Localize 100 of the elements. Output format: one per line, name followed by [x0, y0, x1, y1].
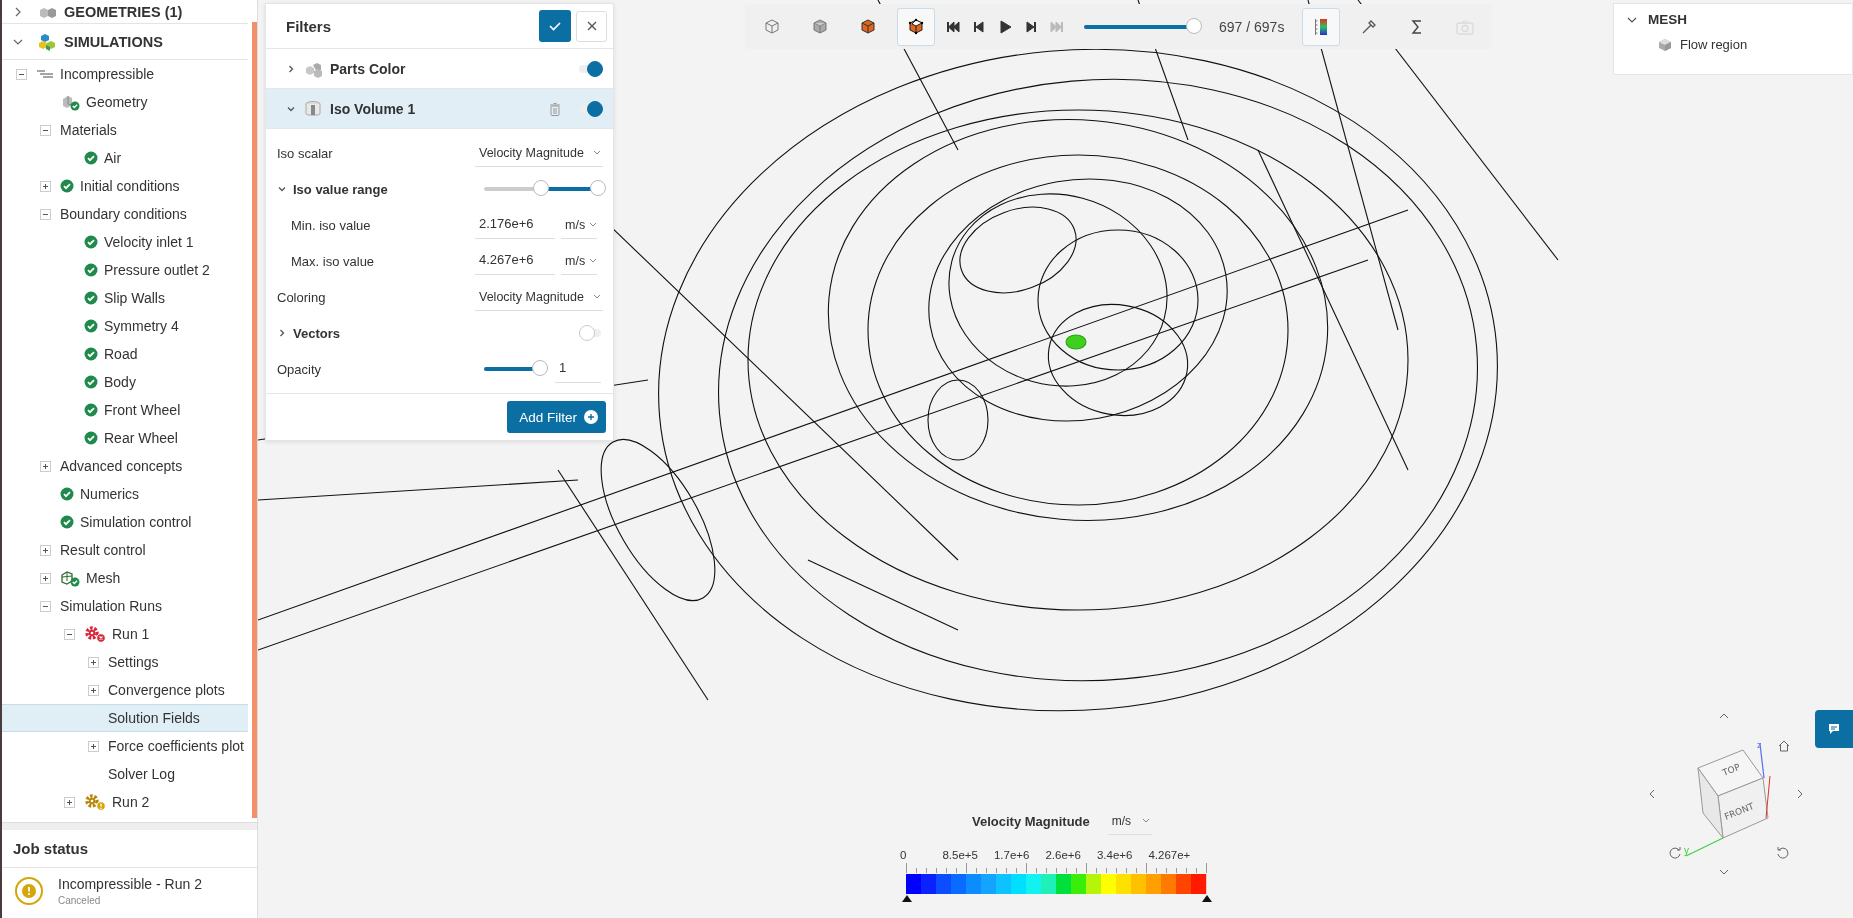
- tree-item[interactable]: Force coefficients plot: [2, 732, 248, 760]
- tree-item[interactable]: Solver Log: [2, 760, 248, 788]
- tree-item[interactable]: Initial conditions: [2, 172, 248, 200]
- unit-dropdown[interactable]: m/s: [561, 211, 597, 239]
- tree-item[interactable]: Rear Wheel: [2, 424, 248, 452]
- expand-toggle-icon[interactable]: [40, 544, 51, 556]
- tree-item[interactable]: Pressure outlet 2: [2, 256, 248, 284]
- tree-item[interactable]: Air: [2, 144, 248, 172]
- color-legend-icon: [1315, 18, 1328, 35]
- tree-item[interactable]: Convergence plots: [2, 676, 248, 704]
- scrollbar-thumb[interactable]: [252, 22, 257, 818]
- chevron-down-icon: [589, 257, 598, 264]
- value-field[interactable]: 1: [555, 355, 601, 383]
- max-handle-icon[interactable]: [1202, 895, 1212, 902]
- job-state-text: Canceled: [58, 895, 102, 906]
- toolbar-button[interactable]: [1302, 7, 1341, 46]
- toggle-switch[interactable]: [579, 60, 603, 77]
- tree-item[interactable]: Geometry: [2, 88, 248, 116]
- dropdown[interactable]: Velocity Magnitude: [475, 283, 603, 311]
- tick-label: 1.7e+6: [993, 849, 1030, 861]
- check-circle-icon: [60, 487, 74, 501]
- collapse-toggle-icon[interactable]: [40, 208, 51, 220]
- collapse-toggle-icon[interactable]: [40, 124, 51, 136]
- tree-item[interactable]: Materials: [2, 116, 248, 144]
- field-label: Max. iso value: [291, 253, 375, 269]
- tree-item[interactable]: Velocity inlet 1: [2, 228, 248, 256]
- chevron-down-icon: [593, 293, 601, 300]
- skip-back-icon[interactable]: [946, 19, 960, 34]
- chevron-up-icon[interactable]: [1718, 712, 1730, 720]
- play-icon[interactable]: [998, 19, 1012, 34]
- tree-item[interactable]: Advanced concepts: [2, 452, 248, 480]
- tree-item[interactable]: Symmetry 4: [2, 312, 248, 340]
- chevron-down-icon[interactable]: [277, 184, 287, 194]
- tree-item[interactable]: Body: [2, 368, 248, 396]
- tree-item[interactable]: Road: [2, 340, 248, 368]
- chevron-down-icon: [593, 149, 601, 156]
- tree-item[interactable]: Simulation Runs: [2, 592, 248, 620]
- tree-item[interactable]: Boundary conditions: [2, 200, 248, 228]
- step-back-icon[interactable]: [972, 19, 986, 34]
- chevron-down-icon: [1141, 817, 1150, 824]
- tree-item[interactable]: Incompressible: [2, 60, 248, 88]
- step-forward-icon[interactable]: [1024, 19, 1038, 34]
- rotate-left-icon[interactable]: [1668, 846, 1682, 860]
- check-circle-icon: [84, 319, 98, 333]
- expand-toggle-icon[interactable]: [88, 740, 99, 752]
- tick-label: 8.5e+5: [942, 849, 978, 861]
- min-handle-icon[interactable]: [902, 895, 912, 902]
- section-title: MESH: [1648, 12, 1687, 27]
- tree-item[interactable]: Mesh: [2, 564, 248, 592]
- tree-item[interactable]: Run 1: [2, 620, 248, 648]
- expand-toggle-icon[interactable]: [88, 684, 99, 696]
- expand-toggle-icon[interactable]: [64, 796, 75, 808]
- tree-item[interactable]: Solution Fields: [2, 704, 248, 732]
- value-field[interactable]: 4.267e+6: [475, 247, 555, 275]
- unit-dropdown[interactable]: m/s: [561, 247, 597, 275]
- collapse-toggle-icon[interactable]: [40, 600, 51, 612]
- field-label: Vectors: [293, 325, 340, 341]
- chevron-down-icon[interactable]: [1718, 868, 1730, 876]
- home-icon[interactable]: [1778, 740, 1790, 752]
- tree-item[interactable]: Result control: [2, 536, 248, 564]
- unit-dropdown[interactable]: m/s: [1107, 807, 1152, 835]
- add-filter-button[interactable]: Add Filter: [507, 401, 606, 433]
- check-circle-icon: [84, 291, 98, 305]
- tree-item[interactable]: Run 2: [2, 788, 248, 816]
- expand-toggle-icon[interactable]: [40, 180, 51, 192]
- tree-item[interactable]: SIMULATIONS: [2, 24, 248, 60]
- expand-toggle-icon[interactable]: [40, 572, 51, 584]
- collapse-toggle-icon[interactable]: [64, 628, 75, 640]
- rotate-right-icon[interactable]: [1776, 846, 1790, 860]
- panel-title: Job status: [2, 830, 257, 868]
- tree-item[interactable]: Numerics: [2, 480, 248, 508]
- job-name[interactable]: Incompressible - Run 2: [58, 876, 202, 892]
- filter-item[interactable]: Iso Volume 1: [266, 89, 613, 129]
- mesh-check-icon: [60, 569, 80, 587]
- plus-circle-icon: [584, 410, 598, 424]
- 3d-viewport[interactable]: [258, 0, 1853, 918]
- tree-item[interactable]: Simulation control: [2, 508, 248, 536]
- toggle-switch[interactable]: [579, 325, 603, 341]
- chevron-right-icon[interactable]: [277, 328, 287, 338]
- value-field[interactable]: 2.176e+6: [475, 211, 555, 239]
- chevron-right-icon[interactable]: [286, 63, 296, 74]
- cubes-icon: [38, 32, 58, 51]
- expand-toggle-icon[interactable]: [40, 460, 51, 472]
- resize-handle[interactable]: [2, 822, 257, 830]
- panel-title: Filters: [286, 17, 332, 35]
- check-circle-icon: [84, 375, 98, 389]
- tree-item[interactable]: Settings: [2, 648, 248, 676]
- view-mode-button[interactable]: [897, 7, 935, 46]
- chat-button[interactable]: [1815, 710, 1853, 748]
- tree-item[interactable]: GEOMETRIES (1): [2, 0, 248, 24]
- tree-item[interactable]: Front Wheel: [2, 396, 248, 424]
- dropdown[interactable]: Velocity Magnitude: [475, 139, 603, 167]
- expand-toggle-icon[interactable]: [88, 656, 99, 668]
- chevron-down-icon: [589, 221, 598, 228]
- collapse-toggle-icon[interactable]: [16, 68, 27, 80]
- toggle-switch[interactable]: [579, 100, 603, 117]
- tick-label: 4.267e+: [1148, 849, 1191, 861]
- tree-item[interactable]: Slip Walls: [2, 284, 248, 312]
- confirm-button[interactable]: [539, 10, 571, 42]
- scene-tree-item[interactable]: Flow region: [1658, 37, 1840, 52]
